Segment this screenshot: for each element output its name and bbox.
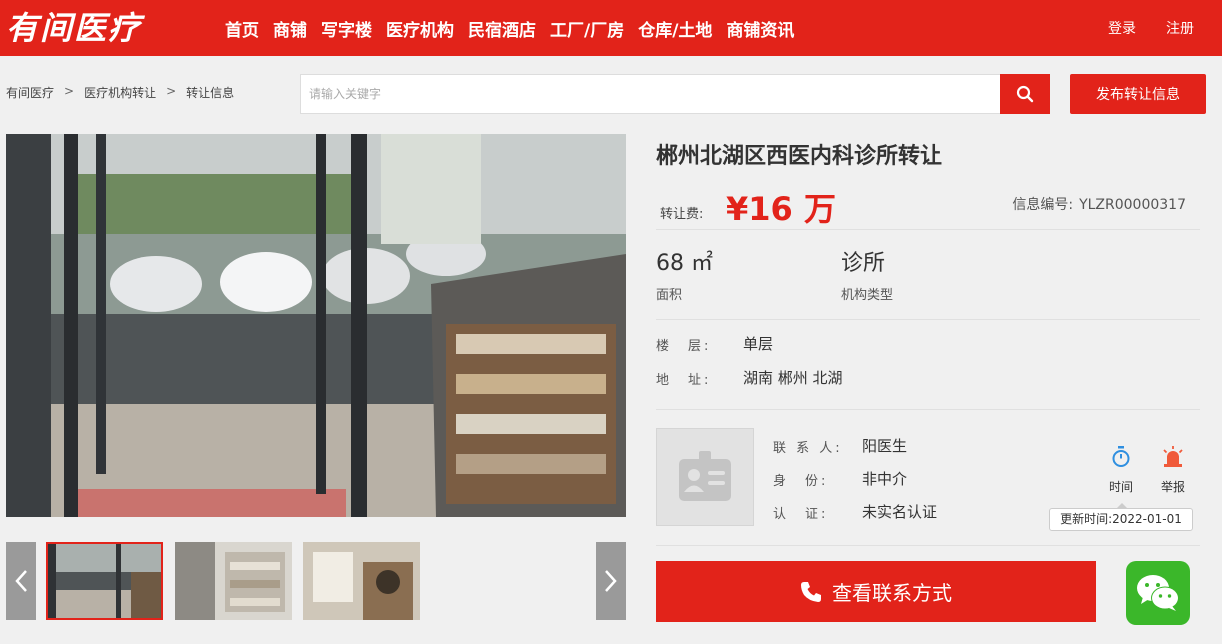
gallery-prev-button[interactable] <box>6 542 36 620</box>
transfer-fee-value: ¥16 万 <box>726 190 836 228</box>
institution-type-value: 诊所 <box>841 251 886 276</box>
search-button[interactable] <box>1000 74 1050 114</box>
wechat-icon <box>1137 575 1179 611</box>
report-action[interactable]: 举报 <box>1153 446 1193 495</box>
stopwatch-icon <box>1112 446 1130 467</box>
nav-item-warehouse[interactable]: 仓库/土地 <box>638 16 712 41</box>
alarm-siren-icon <box>1163 446 1183 467</box>
main-listing-photo[interactable] <box>6 134 626 517</box>
divider <box>656 229 1200 230</box>
login-link[interactable]: 登录 <box>1108 18 1136 38</box>
serial-value: YLZR00000317 <box>1079 197 1186 213</box>
gallery-next-button[interactable] <box>596 542 626 620</box>
nav-item-shops[interactable]: 商铺 <box>273 16 307 41</box>
thumbnail-2[interactable] <box>175 542 292 620</box>
breadcrumb: 有间医疗 > 医疗机构转让 > 转让信息 <box>6 84 234 101</box>
identity-value: 非中介 <box>862 470 908 488</box>
breadcrumb-separator: > <box>166 84 177 98</box>
divider <box>656 409 1200 410</box>
verification-value: 未实名认证 <box>862 503 938 521</box>
search-input[interactable]: 请输入关键字 <box>300 74 1000 114</box>
time-action[interactable]: 时间 <box>1101 446 1141 495</box>
listing-title: 郴州北湖区西医内科诊所转让 <box>656 144 943 169</box>
nav-item-news[interactable]: 商铺资讯 <box>726 16 794 41</box>
contact-person-label: 联 系 人: <box>773 441 843 456</box>
register-link[interactable]: 注册 <box>1166 18 1194 38</box>
verification-label: 认 证: <box>773 507 829 522</box>
institution-type-label: 机构类型 <box>841 288 894 303</box>
divider <box>656 545 1200 546</box>
nav-item-home[interactable]: 首页 <box>225 16 259 41</box>
listing-serial: 信息编号: YLZR00000317 <box>1012 194 1186 214</box>
top-navigation-bar: 有间医疗 首页 商铺 写字楼 医疗机构 民宿酒店 工厂/厂房 仓库/土地 商铺资… <box>0 0 1222 56</box>
id-card-icon <box>679 451 731 501</box>
floor-label: 楼 层: <box>656 339 712 354</box>
area-value: 68 ㎡ <box>656 251 713 276</box>
nav-item-medical[interactable]: 医疗机构 <box>386 16 454 41</box>
main-nav: 首页 商铺 写字楼 医疗机构 民宿酒店 工厂/厂房 仓库/土地 商铺资讯 <box>218 0 801 56</box>
report-action-label: 举报 <box>1160 480 1185 494</box>
view-contact-label: 查看联系方式 <box>832 581 952 605</box>
publish-transfer-button[interactable]: 发布转让信息 <box>1070 74 1206 114</box>
chevron-left-icon <box>15 570 27 592</box>
contact-person-value: 阳医生 <box>862 437 908 455</box>
time-action-label: 时间 <box>1108 480 1133 494</box>
floor-value: 单层 <box>743 335 774 353</box>
nav-item-hotels[interactable]: 民宿酒店 <box>468 16 536 41</box>
thumbnail-strip <box>6 542 626 620</box>
nav-item-offices[interactable]: 写字楼 <box>321 16 372 41</box>
site-logo[interactable]: 有间医疗 <box>6 6 142 50</box>
address-value: 湖南 郴州 北湖 <box>743 369 843 387</box>
transfer-fee-label: 转让费: <box>660 207 704 222</box>
view-contact-button[interactable]: 查看联系方式 <box>656 561 1096 622</box>
area-label: 面积 <box>656 288 683 303</box>
breadcrumb-separator: > <box>64 84 75 98</box>
serial-label: 信息编号: <box>1012 197 1074 213</box>
nav-item-factories[interactable]: 工厂/厂房 <box>550 16 624 41</box>
contact-avatar <box>656 428 754 526</box>
auth-links: 登录 注册 <box>1108 0 1222 56</box>
breadcrumb-home[interactable]: 有间医疗 <box>6 84 54 101</box>
search-icon <box>1016 85 1034 103</box>
thumbnail-1[interactable] <box>46 542 163 620</box>
thumbnail-3[interactable] <box>303 542 420 620</box>
breadcrumb-current: 转让信息 <box>186 86 235 100</box>
identity-label: 身 份: <box>773 474 829 489</box>
phone-icon <box>801 581 821 602</box>
chevron-right-icon <box>605 570 617 592</box>
breadcrumb-category[interactable]: 医疗机构转让 <box>84 84 156 101</box>
address-label: 地 址: <box>656 373 712 388</box>
divider <box>656 319 1200 320</box>
wechat-share-button[interactable] <box>1126 561 1190 625</box>
update-time-tooltip: 更新时间:2022-01-01 <box>1049 503 1193 531</box>
